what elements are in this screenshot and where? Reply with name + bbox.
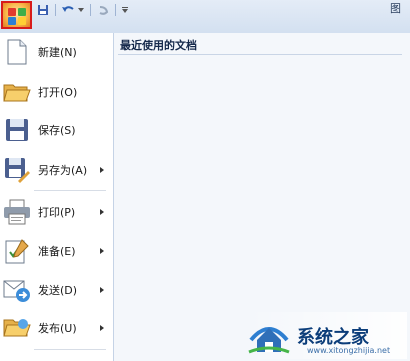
recent-documents-header: 最近使用的文档 — [120, 39, 197, 52]
office-button[interactable] — [1, 1, 32, 29]
menu-label: 准备(E) — [38, 245, 76, 258]
qat-separator — [90, 4, 91, 16]
chevron-down-icon[interactable] — [77, 3, 85, 17]
menu-label: 打印(P) — [38, 206, 76, 219]
save-as-icon — [2, 155, 32, 185]
menu-label: 另存为(A) — [38, 164, 88, 177]
submenu-arrow-icon — [100, 167, 104, 173]
submenu-arrow-icon — [100, 287, 104, 293]
menu-item-new[interactable]: 新建(N) — [0, 33, 113, 71]
menu-divider — [34, 190, 106, 191]
menu-label: 发布(U) — [38, 322, 77, 335]
qat-customize-icon[interactable] — [121, 3, 129, 17]
menu-item-publish[interactable]: 发布(U) — [0, 309, 113, 347]
menu-item-print[interactable]: 打印(P) — [0, 193, 113, 231]
prepare-icon — [2, 236, 32, 266]
menu-item-send[interactable]: 发送(D) — [0, 271, 113, 309]
recent-header-divider — [118, 54, 402, 55]
quick-access-toolbar — [36, 2, 129, 18]
menu-item-prepare[interactable]: 准备(E) — [0, 232, 113, 270]
menu-item-save-as[interactable]: 另存为(A) — [0, 151, 113, 189]
save-icon[interactable] — [36, 3, 50, 17]
watermark-url: www.xitongzhijia.net — [307, 346, 391, 355]
qat-separator — [55, 4, 56, 16]
menu-label: 新建(N) — [38, 46, 77, 59]
submenu-arrow-icon — [100, 248, 104, 254]
title-bar: 图 — [0, 0, 410, 34]
menu-divider — [34, 349, 106, 350]
printer-icon — [2, 197, 32, 227]
office-menu-commands: 新建(N) 打开(O) 保存(S) 另存为(A) 打印(P) 准备(E) 发送(… — [0, 33, 114, 361]
watermark: 系统之家 www.xitongzhijia.net — [247, 312, 407, 359]
menu-label: 保存(S) — [38, 124, 76, 137]
new-document-icon — [2, 37, 32, 67]
send-icon — [2, 275, 32, 305]
window-title: 图 — [390, 2, 401, 15]
qat-separator — [115, 4, 116, 16]
submenu-arrow-icon — [100, 209, 104, 215]
house-logo-icon — [247, 316, 291, 356]
menu-label: 发送(D) — [38, 284, 78, 297]
undo-icon[interactable] — [61, 3, 75, 17]
submenu-arrow-icon — [100, 325, 104, 331]
redo-icon[interactable] — [96, 3, 110, 17]
menu-label: 打开(O) — [38, 86, 78, 99]
save-disk-icon — [2, 115, 32, 145]
watermark-text: 系统之家 — [297, 326, 369, 348]
menu-item-open[interactable]: 打开(O) — [0, 73, 113, 111]
menu-item-save[interactable]: 保存(S) — [0, 111, 113, 149]
publish-icon — [2, 313, 32, 343]
open-folder-icon — [2, 77, 32, 107]
